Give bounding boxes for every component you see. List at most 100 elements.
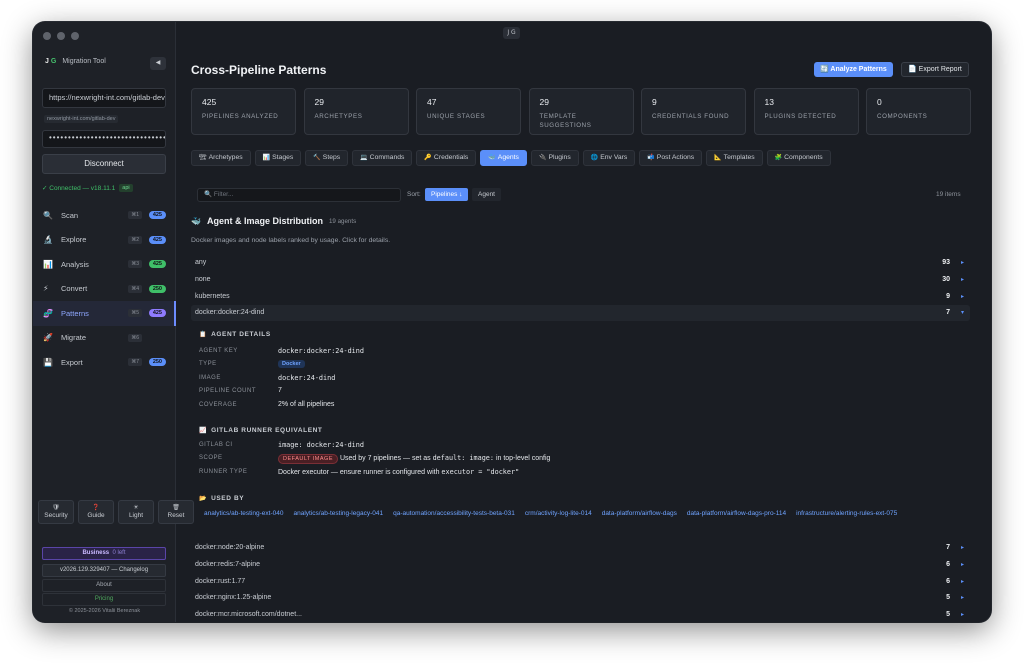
agent-count: 9 xyxy=(946,292,950,300)
agent-count: 7 xyxy=(946,544,950,551)
count-badge: 250 xyxy=(148,284,166,293)
tab-env-vars[interactable]: 🌐 Env Vars xyxy=(582,150,636,166)
filter-input[interactable]: 🔍 Filter... xyxy=(197,188,401,202)
agent-row[interactable]: any 93 ▸ xyxy=(191,255,970,271)
used-by-link[interactable]: analytics/ab-testing-ext-040 xyxy=(204,510,284,517)
token-field[interactable]: •••••••••••••••••••••••••••••••••• xyxy=(42,130,166,148)
stat-value: 9 xyxy=(652,97,657,107)
agent-row[interactable]: docker:mcr.microsoft.com/dotnet... 5 ▸ xyxy=(191,607,970,622)
connection-status: ✓ Connected — v18.11.1 api xyxy=(42,184,133,192)
page-title: Cross-Pipeline Patterns xyxy=(191,63,327,77)
tab-commands[interactable]: 💻 Commands xyxy=(352,150,413,166)
sidebar-item-label: Migrate xyxy=(61,333,87,343)
tab-post-actions[interactable]: 📬 Post Actions xyxy=(639,150,703,166)
tab-templates[interactable]: 📐 Templates xyxy=(706,150,763,166)
sidebar-item-label: Scan xyxy=(61,210,79,220)
tab-archetypes[interactable]: 🏗 Archetypes xyxy=(191,150,251,166)
agent-row[interactable]: docker:node:20-alpine 7 ▸ xyxy=(191,540,970,556)
analyze-patterns-button[interactable]: 🔄 Analyze Patterns xyxy=(814,62,893,77)
agent-row[interactable]: kubernetes 9 ▸ xyxy=(191,289,970,305)
pattern-tabs: 🏗 Archetypes 📊 Stages 🔨 Steps 💻 Commands 🔑 Creden… xyxy=(191,150,831,166)
agent-count: 7 xyxy=(946,309,950,317)
tab-icon: 🧩 xyxy=(774,154,783,161)
chevron-right-icon: ▸ xyxy=(960,560,964,568)
version-changelog-button[interactable]: v2026.129.329407 — Changelog xyxy=(42,564,166,577)
tab-label: Steps xyxy=(322,154,341,161)
disconnect-button[interactable]: Disconnect xyxy=(42,154,166,174)
export-report-button[interactable]: 📄 Export Report xyxy=(901,62,969,77)
agent-row[interactable]: docker:docker:24-dind 7 ▾ xyxy=(191,305,970,322)
type-label: TYPE xyxy=(199,361,217,367)
used-by-link[interactable]: infrastructure/alerting-rules-ext-075 xyxy=(796,510,897,517)
zoom-dot-icon[interactable] xyxy=(71,32,79,40)
chevron-right-icon: ▸ xyxy=(960,544,964,551)
stat-value: 29 xyxy=(314,97,324,107)
sort-pipelines-button[interactable]: Pipelines ↓ xyxy=(425,188,469,201)
sidebar-item-convert[interactable]: ⚡ Convert ⌘4 250 xyxy=(33,277,176,302)
chevron-right-icon: ▸ xyxy=(960,611,964,619)
chevron-right-icon: ▸ xyxy=(960,577,964,585)
tab-stages[interactable]: 📊 Stages xyxy=(254,150,302,166)
sort-label: Sort: xyxy=(407,191,421,198)
tab-credentials[interactable]: 🔑 Credentials xyxy=(416,150,477,166)
agent-count: 19 agents xyxy=(328,217,357,225)
sidebar-item-label: Analysis xyxy=(61,259,89,269)
used-by-link[interactable]: analytics/ab-testing-legacy-041 xyxy=(294,510,384,517)
stat-card: 47 UNIQUE STAGES xyxy=(416,88,521,135)
tab-label: Archetypes xyxy=(208,154,243,161)
agent-count: 93 xyxy=(942,259,950,266)
about-button[interactable]: About xyxy=(42,579,166,592)
tab-label: Commands xyxy=(369,154,405,161)
pipeline-count-value: 7 xyxy=(278,387,282,394)
sidebar-item-migrate[interactable]: 🚀 Migrate ⌘6 xyxy=(33,326,176,351)
guide-button[interactable]: ❓ Guide xyxy=(78,500,114,524)
sidebar-item-explore[interactable]: 🔬 Explore ⌘2 425 xyxy=(33,228,176,253)
tab-plugins[interactable]: 🔌 Plugins xyxy=(530,150,579,166)
sidebar-item-export[interactable]: 💾 Export ⌘7 250 xyxy=(33,350,176,375)
light-button[interactable]: ☀ Light xyxy=(118,500,154,524)
stat-label: PLUGINS DETECTED xyxy=(764,113,837,120)
count-badge: 425 xyxy=(148,211,166,220)
tab-components[interactable]: 🧩 Components xyxy=(766,150,831,166)
used-by-link[interactable]: qa-automation/accessibility-tests-beta-0… xyxy=(393,510,515,517)
minimize-dot-icon[interactable] xyxy=(57,32,65,40)
agent-row[interactable]: docker:rust:1.77 6 ▸ xyxy=(191,574,970,590)
pricing-button[interactable]: Pricing xyxy=(42,593,166,606)
tab-steps[interactable]: 🔨 Steps xyxy=(305,150,349,166)
agent-row[interactable]: docker:nginx:1.25-alpine 5 ▸ xyxy=(191,590,970,606)
tab-icon: 🔑 xyxy=(424,154,432,161)
floppy-icon: 💾 xyxy=(43,357,53,367)
sidebar-item-scan[interactable]: 🔍 Scan ⌘1 425 xyxy=(33,203,176,228)
sidebar-item-label: Export xyxy=(61,357,83,367)
stat-label: ARCHETYPES xyxy=(314,113,363,120)
sidebar-item-analysis[interactable]: 📊 Analysis ⌘3 425 xyxy=(33,252,176,277)
chart-icon: 📈 xyxy=(199,427,208,434)
security-button[interactable]: 🛡 Security xyxy=(38,500,74,524)
chevron-right-icon: ▸ xyxy=(960,594,964,602)
gitlab-url-field[interactable]: https://nexwright-int.com/gitlab-dev xyxy=(42,88,166,108)
runner-type-label: RUNNER TYPE xyxy=(199,469,248,475)
brand: J G Migration Tool xyxy=(45,58,106,65)
agent-name: docker:docker:24-dind xyxy=(195,309,265,317)
used-by-link[interactable]: crm/activity-log-lite-014 xyxy=(525,510,592,517)
close-dot-icon[interactable] xyxy=(43,32,51,40)
sort-agent-button[interactable]: Agent xyxy=(472,188,501,201)
collapse-sidebar-icon[interactable]: ◀ xyxy=(150,57,166,70)
used-by-link[interactable]: data-platform/airflow-dags-pro-114 xyxy=(687,510,786,517)
agent-row[interactable]: docker:redis:7-alpine 6 ▸ xyxy=(191,557,970,573)
sidebar-item-patterns[interactable]: 🧬 Patterns ⌘5 425 xyxy=(33,301,176,326)
agent-row[interactable]: none 30 ▸ xyxy=(191,272,970,288)
tab-agents[interactable]: 🐳 Agents xyxy=(480,150,527,166)
shortcut-badge: ⌘4 xyxy=(128,284,142,293)
brand-name: Migration Tool xyxy=(62,58,106,65)
tool-label: Light xyxy=(128,512,144,519)
image-label: IMAGE xyxy=(199,375,221,381)
app-window: J G J G Migration Tool ◀ https://nexwrig… xyxy=(33,22,991,622)
stat-value: 0 xyxy=(877,97,882,107)
chart-icon: 📊 xyxy=(43,259,53,269)
whale-icon: 🐳 xyxy=(191,216,201,226)
used-by-link[interactable]: data-platform/airflow-dags xyxy=(602,510,677,517)
tab-label: Agents xyxy=(497,154,519,161)
plan-badge[interactable]: Business 0 left xyxy=(42,547,166,560)
status-text: ✓ Connected — v18.11.1 xyxy=(42,185,116,192)
